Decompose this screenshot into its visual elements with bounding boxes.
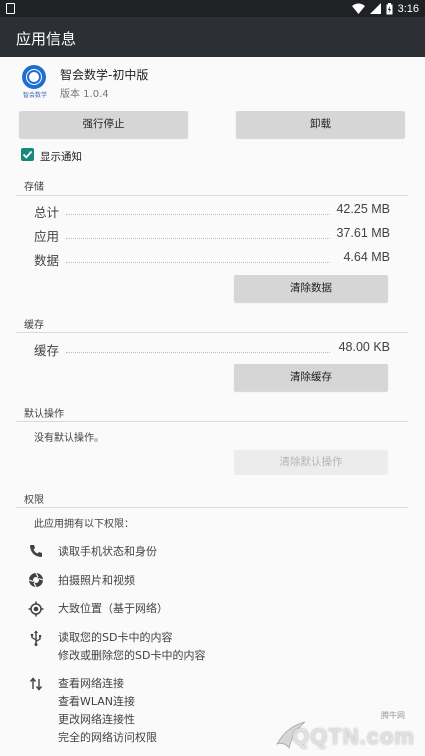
storage-data-leader [66, 262, 330, 263]
battery-icon [386, 2, 393, 14]
force-stop-button[interactable]: 强行停止 [19, 111, 188, 138]
watermark: 腾牛网 QQTN.com [261, 710, 421, 754]
storage-section-title: 存储 [24, 182, 44, 193]
permission-network-line-4: 完全的网络访问权限 [58, 731, 157, 744]
permission-network-line-1: 查看网络连接 [58, 677, 124, 690]
permission-phone-line-1: 读取手机状态和身份 [58, 545, 157, 558]
location-icon [28, 601, 44, 617]
permission-location-line-1: 大致位置（基于网络） [58, 602, 168, 615]
usb-icon [30, 630, 42, 646]
clear-defaults-button[interactable]: 清除默认操作 [234, 450, 388, 475]
defaults-divider [16, 421, 408, 422]
signal-icon [369, 3, 381, 14]
storage-app-value: 37.61 MB [336, 226, 390, 240]
notification-icon [6, 3, 15, 14]
defaults-section-title: 默认操作 [24, 409, 64, 420]
storage-total-value: 42.25 MB [336, 202, 390, 216]
show-notifications-checkbox[interactable] [21, 148, 34, 161]
uninstall-button[interactable]: 卸载 [236, 111, 405, 138]
camera-icon [28, 572, 44, 588]
clear-data-button[interactable]: 清除数据 [234, 275, 388, 302]
app-icon-caption: 智会数学 [22, 92, 47, 99]
clear-cache-button[interactable]: 清除缓存 [234, 364, 388, 391]
cache-divider [16, 332, 408, 333]
phone-icon [30, 545, 42, 557]
permissions-divider [16, 507, 408, 508]
app-name: 智会数学-初中版 [60, 68, 149, 82]
storage-divider [16, 195, 408, 196]
status-time: 3:16 [397, 2, 419, 15]
permissions-section-title: 权限 [24, 495, 44, 506]
watermark-caption: 腾牛网 [381, 711, 405, 720]
status-bar: 3:16 [0, 0, 425, 17]
app-version: 版本 1.0.4 [60, 89, 109, 100]
permission-storage-line-2: 修改或删除您的SD卡中的内容 [58, 649, 206, 662]
cache-leader [66, 352, 330, 353]
watermark-brand: QQTN.com [292, 724, 415, 749]
permission-network-line-2: 查看WLAN连接 [58, 695, 136, 708]
permission-network-line-3: 更改网络连接性 [58, 713, 135, 726]
cache-value: 48.00 KB [338, 340, 390, 354]
defaults-text: 没有默认操作。 [34, 433, 104, 444]
page-title: 应用信息 [16, 30, 77, 48]
network-icon [29, 677, 43, 691]
permissions-intro: 此应用拥有以下权限： [34, 519, 134, 530]
app-icon [22, 65, 46, 89]
wifi-icon [351, 3, 365, 14]
status-icons: 3:16 [351, 1, 419, 16]
permission-storage-line-1: 读取您的SD卡中的内容 [58, 631, 173, 644]
checkmark-icon [22, 150, 33, 159]
permission-camera-line-1: 拍摄照片和视频 [58, 574, 135, 587]
app-bar: 应用信息 [0, 17, 425, 57]
show-notifications-label: 显示通知 [40, 151, 82, 163]
storage-data-label: 数据 [34, 253, 60, 268]
storage-total-leader [66, 214, 330, 215]
storage-app-label: 应用 [34, 229, 60, 244]
cache-label: 缓存 [34, 343, 60, 358]
cache-section-title: 缓存 [24, 320, 44, 331]
storage-app-leader [66, 238, 330, 239]
storage-data-value: 4.64 MB [343, 250, 390, 264]
storage-total-label: 总计 [34, 205, 60, 220]
